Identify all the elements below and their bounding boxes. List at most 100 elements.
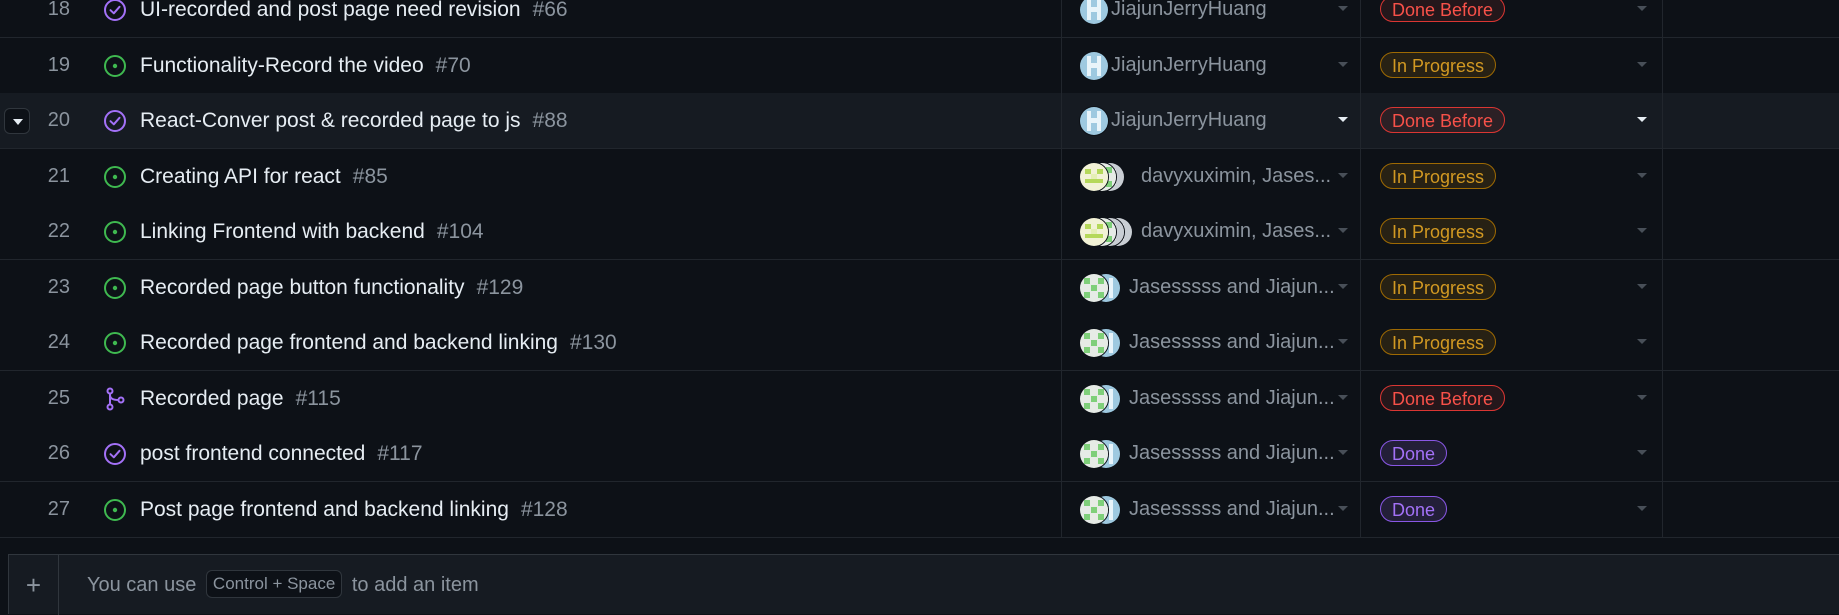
assignees-cell[interactable]: Jasesssss and Jiajun... <box>1061 426 1359 481</box>
chevron-down-icon[interactable] <box>1338 228 1348 233</box>
open-issue-icon <box>102 330 128 356</box>
chevron-down-icon[interactable] <box>1338 505 1348 511</box>
assignees-cell[interactable]: davyxuximin, Jases... <box>1061 204 1359 259</box>
assignees-cell[interactable]: Jasesssss and Jiajun... <box>1061 482 1359 537</box>
table-row[interactable]: 25 Recorded page #115 Jasesssss and Jiajun.… <box>0 370 1839 427</box>
issue-title-link[interactable]: Functionality-Record the video <box>140 54 424 77</box>
issue-title-link[interactable]: UI-recorded and post page need revision <box>140 0 521 21</box>
status-cell[interactable]: Done <box>1360 482 1660 537</box>
chevron-down-icon[interactable] <box>1637 228 1647 233</box>
status-cell[interactable]: Done <box>1360 426 1660 481</box>
column-divider <box>1662 481 1663 537</box>
table-row[interactable]: 27 Post page frontend and backend linking… <box>0 481 1839 538</box>
status-cell[interactable]: In Progress <box>1360 38 1660 93</box>
chevron-down-icon[interactable] <box>1338 172 1348 178</box>
chevron-down-icon[interactable] <box>1338 339 1348 344</box>
status-cell[interactable]: In Progress <box>1360 149 1660 204</box>
add-item-footer[interactable]: + You can use Control + Space to add an … <box>8 554 1839 615</box>
issue-title-link[interactable]: Recorded page <box>140 387 284 410</box>
status-cell[interactable]: In Progress <box>1360 204 1660 259</box>
table-row[interactable]: 19 Functionality-Record the video #70 Jiaju… <box>0 37 1839 94</box>
chevron-down-icon[interactable] <box>1338 61 1348 67</box>
assignee-names: Jasesssss and Jiajun... <box>1129 331 1335 353</box>
issue-title-link[interactable]: Linking Frontend with backend <box>140 220 425 243</box>
chevron-down-icon[interactable] <box>1637 339 1647 344</box>
chevron-down-icon[interactable] <box>1637 172 1647 178</box>
status-badge: In Progress <box>1380 162 1497 189</box>
issue-number: #128 <box>520 497 568 521</box>
issue-title-link[interactable]: Recorded page frontend and backend linki… <box>140 331 558 354</box>
assignees-cell[interactable]: JiajunJerryHuang <box>1061 93 1359 148</box>
status-badge: Done Before <box>1380 384 1506 411</box>
assignee-names: JiajunJerryHuang <box>1111 109 1267 131</box>
row-menu-button[interactable] <box>4 108 30 134</box>
open-issue-icon <box>102 275 128 301</box>
avatar <box>1079 439 1109 469</box>
table-row[interactable]: 26 post frontend connected #117 Jasesssss a… <box>0 426 1839 482</box>
assignees-cell[interactable]: davyxuximin, Jases... <box>1061 149 1359 204</box>
title-cell[interactable]: Post page frontend and backend linking #1… <box>140 482 568 537</box>
title-cell[interactable]: post frontend connected #117 <box>140 426 423 481</box>
chevron-down-icon[interactable] <box>1637 117 1647 122</box>
assignees-cell[interactable]: Jasesssss and Jiajun... <box>1061 371 1359 426</box>
status-cell[interactable]: Done Before <box>1360 0 1660 37</box>
title-cell[interactable]: Linking Frontend with backend #104 <box>140 204 484 259</box>
status-cell[interactable]: In Progress <box>1360 260 1660 315</box>
chevron-down-icon[interactable] <box>1338 6 1348 11</box>
add-item-button[interactable]: + <box>9 555 59 615</box>
issue-title-link[interactable]: post frontend connected <box>140 442 365 465</box>
column-divider <box>1662 0 1663 37</box>
title-cell[interactable]: Recorded page button functionality #129 <box>140 260 523 315</box>
chevron-down-icon[interactable] <box>1338 394 1348 400</box>
row-number: 22 <box>47 220 70 242</box>
table-row[interactable]: 23 Recorded page button functionality #129… <box>0 259 1839 316</box>
title-cell[interactable]: React-Conver post & recorded page to js #… <box>140 93 568 148</box>
assignees-cell[interactable]: Jasesssss and Jiajun... <box>1061 315 1359 370</box>
assignees-cell[interactable]: JiajunJerryHuang <box>1061 38 1359 93</box>
status-badge: In Progress <box>1380 218 1497 244</box>
title-cell[interactable]: Creating API for react #85 <box>140 149 388 204</box>
row-number: 27 <box>47 497 70 520</box>
table-row[interactable]: 20 React-Conver post & recorded page to j… <box>0 93 1839 149</box>
issue-title-link[interactable]: React-Conver post & recorded page to js <box>140 109 521 132</box>
issue-number: #104 <box>436 220 484 243</box>
avatar <box>1079 272 1109 303</box>
assignees-cell[interactable]: JiajunJerryHuang <box>1061 0 1359 37</box>
table-row[interactable]: 24 Recorded page frontend and backend lin… <box>0 315 1839 371</box>
chevron-down-icon[interactable] <box>1338 283 1348 289</box>
assignees-cell[interactable]: Jasesssss and Jiajun... <box>1061 260 1359 315</box>
status-cell[interactable]: Done Before <box>1360 371 1660 426</box>
issue-number: #129 <box>476 275 524 299</box>
chevron-down-icon[interactable] <box>1637 61 1647 67</box>
title-cell[interactable]: Recorded page frontend and backend linki… <box>140 315 617 370</box>
status-badge: In Progress <box>1380 329 1497 355</box>
row-number: 20 <box>47 109 70 131</box>
open-issue-icon <box>102 164 128 190</box>
chevron-down-icon[interactable] <box>1338 117 1348 122</box>
add-item-input[interactable]: You can use Control + Space to add an it… <box>87 555 479 615</box>
title-cell[interactable]: Functionality-Record the video #70 <box>140 38 471 93</box>
issue-number: #66 <box>532 0 568 21</box>
issue-title-link[interactable]: Post page frontend and backend linking <box>140 498 509 521</box>
chevron-down-icon[interactable] <box>1637 6 1647 11</box>
table-row[interactable]: 21 Creating API for react #85 davyxuximin, … <box>0 148 1839 205</box>
issue-title-link[interactable]: Recorded page button functionality <box>140 276 465 299</box>
chevron-down-icon[interactable] <box>1637 394 1647 400</box>
status-badge: In Progress <box>1380 273 1497 300</box>
table-row[interactable]: 22 Linking Frontend with backend #104 davyx… <box>0 204 1839 260</box>
chevron-down-icon[interactable] <box>1637 450 1647 455</box>
assignee-names: JiajunJerryHuang <box>1111 53 1267 76</box>
title-cell[interactable]: Recorded page #115 <box>140 371 341 426</box>
hint-text-before: You can use <box>87 574 197 596</box>
status-cell[interactable]: In Progress <box>1360 315 1660 370</box>
chevron-down-icon[interactable] <box>1637 505 1647 511</box>
avatar <box>1079 161 1109 192</box>
chevron-down-icon[interactable] <box>1637 283 1647 289</box>
issue-title-link[interactable]: Creating API for react <box>140 165 341 188</box>
chevron-down-icon[interactable] <box>1338 450 1348 455</box>
title-cell[interactable]: UI-recorded and post page need revision #… <box>140 0 568 37</box>
shortcut-kbd: Control + Space <box>205 569 343 598</box>
status-cell[interactable]: Done Before <box>1360 93 1660 148</box>
table-row[interactable]: 18 UI-recorded and post page need revisio… <box>0 0 1839 38</box>
closed-issue-icon <box>102 441 128 467</box>
